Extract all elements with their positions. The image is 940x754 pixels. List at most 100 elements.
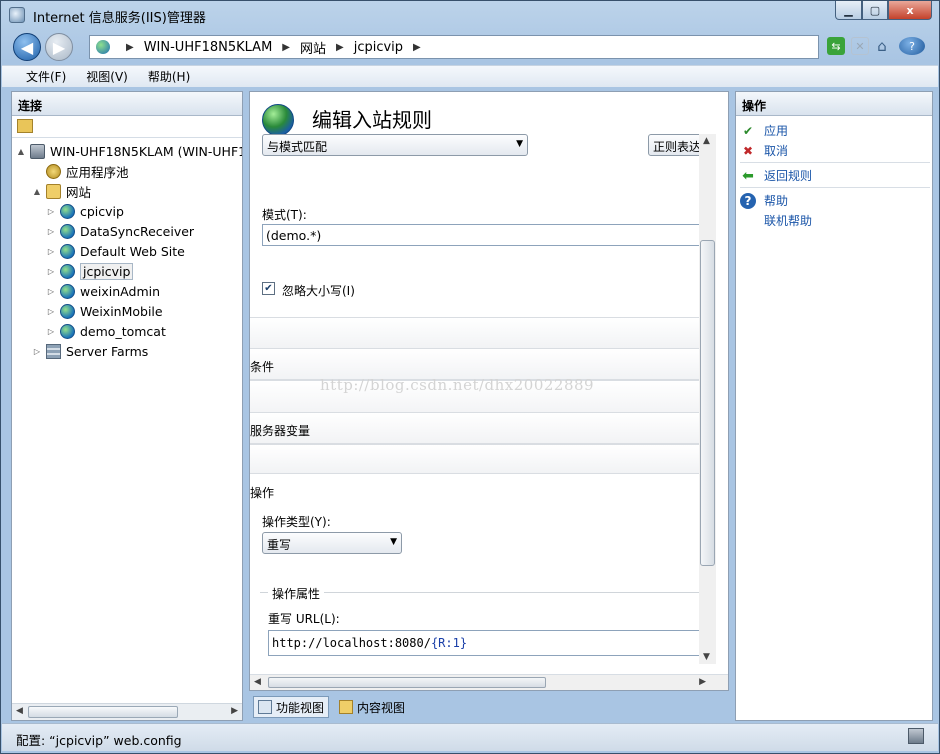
expander-icon[interactable]: ▲ [32,187,42,196]
address-bar[interactable]: ▶ WIN-UHF18N5KLAM ▶ 网站 ▶ jcpicvip ▶ [89,35,819,59]
expander-icon[interactable]: ▷ [46,267,56,276]
actions-heading: 操作 [736,92,932,116]
tree-item-label: cpicvip [80,204,124,219]
iis-manager-window: Internet 信息服务(IIS)管理器 ▁ ▢ x ◀ ▶ ▶ WIN-UH… [0,0,940,754]
chevron-down-icon: ▼ [390,537,397,547]
action-type-label: 操作类型(Y): [262,515,331,529]
match-dropdown[interactable]: 与模式匹配 ▼ [262,134,528,156]
section-action[interactable]: 操作 [250,484,274,501]
refresh-icon[interactable]: ⇆ [827,37,845,55]
rewrite-url-variable: {R:1} [430,636,468,650]
scroll-right-icon[interactable]: ▶ [231,706,238,716]
iis-app-icon [9,7,25,23]
section-server-variables[interactable]: 服务器变量 [250,422,310,439]
back-to-rules-action[interactable]: ⬅ 返回规则 [740,167,812,184]
window-title: Internet 信息服务(IIS)管理器 [33,11,206,26]
maximize-button[interactable]: ▢ [862,1,888,20]
tree-item[interactable]: ▷ weixinAdmin [46,282,160,301]
sites-folder-icon [46,184,61,199]
edit-rule-panel: 编辑入站规则 与模式匹配 ▼ 正则表达式 模式(T): (demo.*) ✔ 忽… [249,91,729,691]
scroll-down-icon[interactable]: ▼ [703,652,710,662]
expander-icon[interactable]: ▷ [46,247,56,256]
tree-item[interactable]: ▲ WIN-UHF18N5KLAM (WIN-UHF18N5KLAM\Admini… [16,142,242,161]
scroll-thumb[interactable] [28,706,178,718]
breadcrumb-site[interactable]: jcpicvip [354,40,403,55]
scroll-left-icon[interactable]: ◀ [254,677,261,687]
cancel-action[interactable]: ✖ 取消 [740,142,788,159]
stop-icon[interactable]: ✕ [851,37,869,55]
rewrite-url-input[interactable]: http://localhost:8080/{R:1} [268,630,710,656]
ignore-case-label: 忽略大小写(I) [282,284,355,298]
globe-icon [60,324,75,339]
breadcrumb-sites[interactable]: 网站 [300,38,326,57]
chevron-right-icon: ▶ [336,41,344,53]
help-label: 帮助 [764,194,789,208]
status-text: 配置: “jcpicvip” web.config [16,733,182,748]
menu-help[interactable]: 帮助(H) [148,68,190,85]
breadcrumb-server[interactable]: WIN-UHF18N5KLAM [144,40,273,55]
tab-features-label: 功能视图 [276,700,325,715]
tree-item[interactable]: ▷ DataSyncReceiver [46,222,194,241]
apply-action[interactable]: ✔ 应用 [740,122,788,139]
tree-item[interactable]: ▷ Default Web Site [46,242,185,261]
apply-label: 应用 [764,124,789,138]
tree-item[interactable]: ▷ demo_tomcat [46,322,166,341]
tree-item[interactable]: ▷ cpicvip [46,202,124,221]
help-dropdown-icon[interactable]: ? [899,37,925,55]
scroll-thumb[interactable] [700,240,715,566]
rule-form: 与模式匹配 ▼ 正则表达式 模式(T): (demo.*) ✔ 忽略大小写(I)… [250,134,710,676]
tab-content-label: 内容视图 [357,700,406,715]
online-help-action[interactable]: 联机帮助 [740,212,812,229]
globe-icon [96,40,110,54]
menu-view[interactable]: 视图(V) [86,68,128,85]
tree-item[interactable]: 应用程序池 [32,162,129,181]
menu-file[interactable]: 文件(F) [26,68,66,85]
server-icon [30,144,45,159]
expander-icon[interactable]: ▷ [46,287,56,296]
tab-features-view[interactable]: 功能视图 [253,696,330,718]
tree-item[interactable]: ▷ Server Farms [32,342,148,361]
tree-item[interactable]: ▲ 网站 [32,182,91,201]
expander-icon[interactable]: ▷ [46,327,56,336]
expander-icon[interactable]: ▲ [16,147,26,156]
expander-icon[interactable]: ▷ [46,307,56,316]
server-status-icon [908,728,924,744]
tree-item-label: 网站 [66,185,92,200]
expander-icon[interactable]: ▷ [46,227,56,236]
home-icon[interactable]: ⌂ [873,37,891,55]
help-icon: ? [740,192,756,209]
connections-toolbar [12,116,242,138]
horizontal-scrollbar[interactable]: ◀ ▶ [250,674,728,690]
scroll-right-icon[interactable]: ▶ [699,677,706,687]
scroll-up-icon[interactable]: ▲ [703,136,710,146]
tab-content-view[interactable]: 内容视图 [335,696,409,718]
connections-heading: 连接 [12,92,242,116]
tree-item[interactable]: ▷ WeixinMobile [46,302,163,321]
pattern-input[interactable]: (demo.*) [262,224,710,246]
horizontal-scrollbar[interactable]: ◀ ▶ [12,703,242,720]
action-type-dropdown[interactable]: 重写 ▼ [262,532,402,554]
scroll-thumb[interactable] [268,677,546,688]
status-bar: 配置: “jcpicvip” web.config [2,723,938,751]
globe-icon [60,264,75,279]
tree-item[interactable]: ▷ jcpicvip [46,262,134,281]
section-conditions[interactable]: 条件 [250,358,274,375]
expander-icon[interactable]: ▷ [32,347,42,356]
close-button[interactable]: x [888,1,932,20]
forward-button[interactable]: ▶ [45,33,73,61]
minimize-button[interactable]: ▁ [835,1,862,20]
online-help-label: 联机帮助 [764,214,813,228]
title-bar: Internet 信息服务(IIS)管理器 ▁ ▢ x [1,1,939,29]
scroll-left-icon[interactable]: ◀ [16,706,23,716]
help-action[interactable]: ? 帮助 [740,192,788,209]
ignore-case-checkbox[interactable]: ✔ [262,282,275,295]
vertical-scrollbar[interactable]: ▲ ▼ [699,134,716,664]
tree-item-label: WIN-UHF18N5KLAM (WIN-UHF18N5KLAM\Adminis… [50,144,242,159]
action-type-value: 重写 [267,538,292,552]
connect-icon[interactable] [17,119,33,133]
back-button[interactable]: ◀ [13,33,41,61]
navigation-row: ◀ ▶ ▶ WIN-UHF18N5KLAM ▶ 网站 ▶ jcpicvip ▶ … [9,31,933,63]
expander-icon[interactable]: ▷ [46,207,56,216]
app-pool-icon [46,164,61,179]
tree-item-label: Default Web Site [80,244,185,259]
